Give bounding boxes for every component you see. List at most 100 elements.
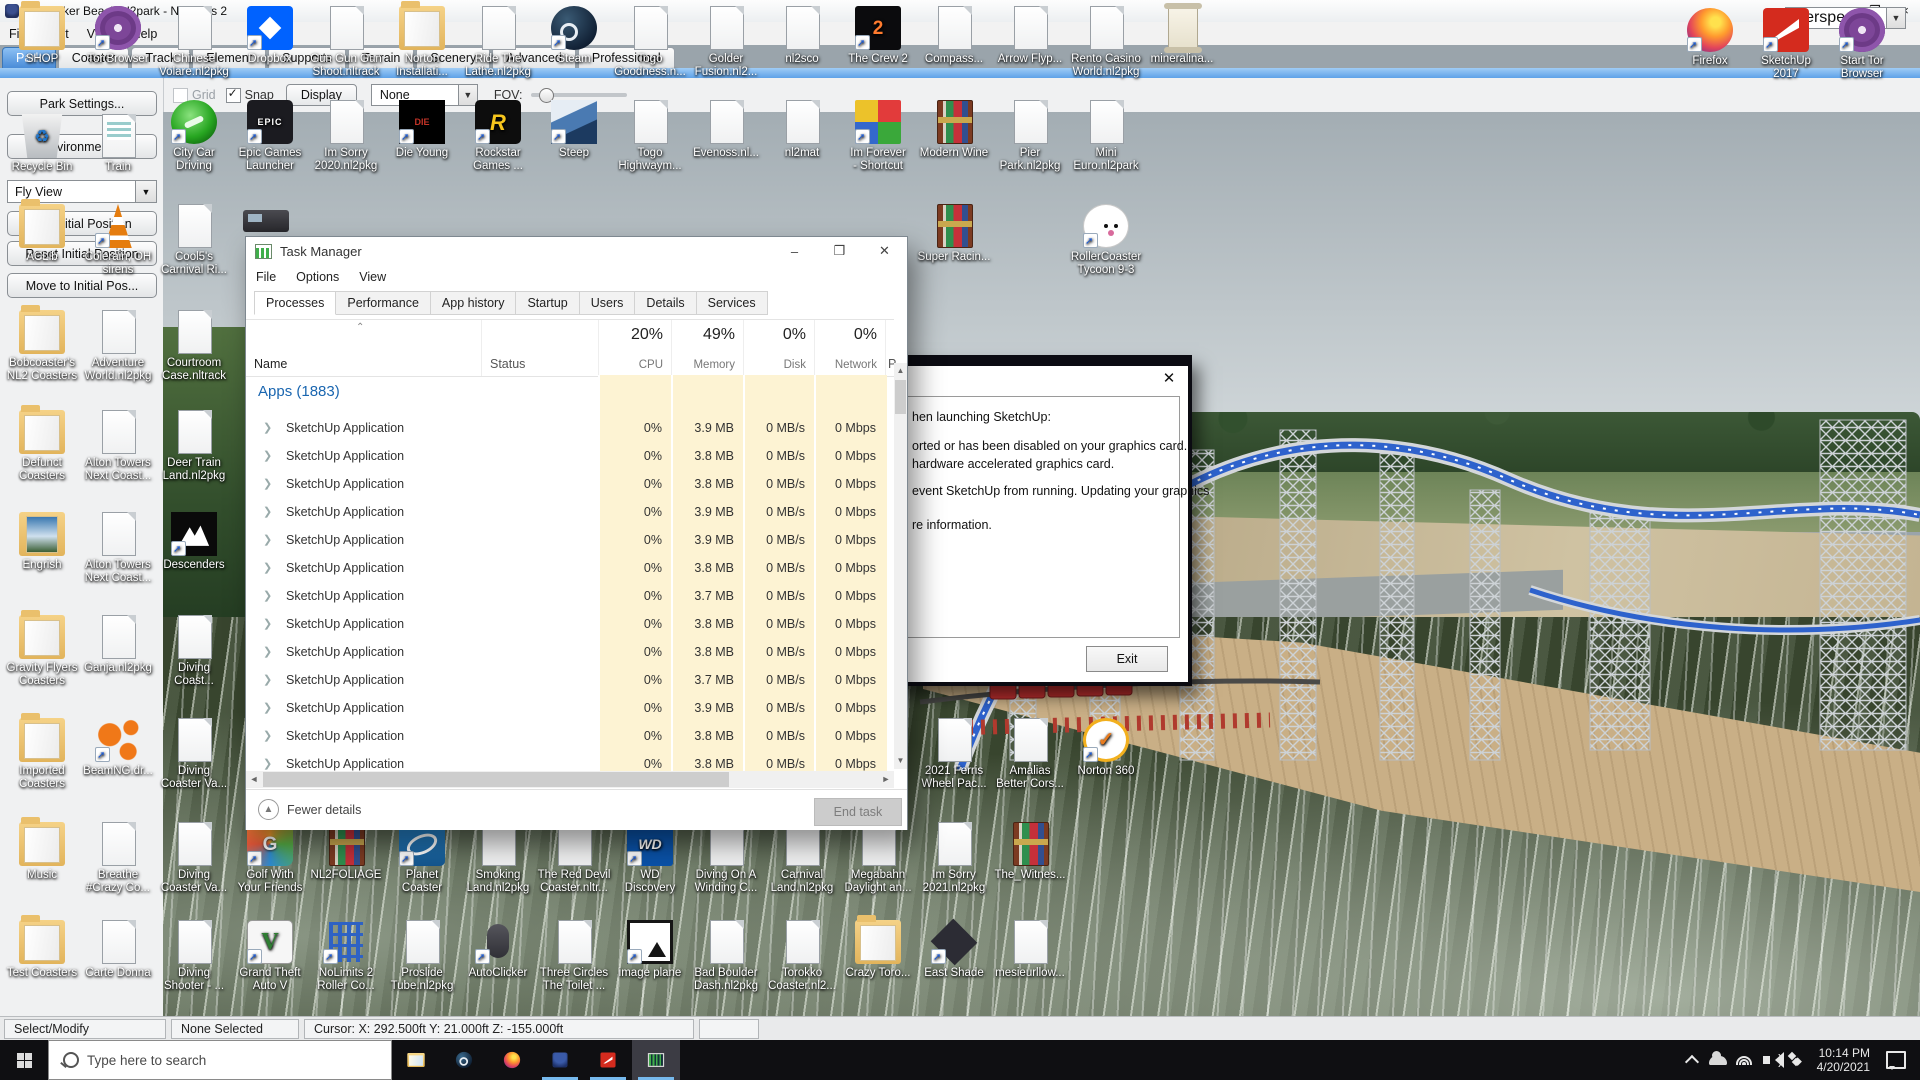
scrollbar-thumb[interactable] [895, 380, 906, 414]
expand-chevron-icon[interactable]: ❯ [263, 617, 272, 630]
process-row[interactable]: ❯SketchUp Application0%3.8 MB0 MB/s0 Mbp… [246, 555, 894, 583]
desktop-icon[interactable]: The Red Devil Coaster.nltr... [530, 822, 618, 895]
vertical-scrollbar[interactable]: ▲ ▼ [894, 363, 907, 769]
desktop-icon[interactable]: Proslide Tube.nl2pkg [378, 920, 466, 993]
expand-chevron-icon[interactable]: ❯ [263, 533, 272, 546]
expand-chevron-icon[interactable]: ❯ [263, 757, 272, 770]
column-header-name[interactable]: ⌃ Name [246, 320, 481, 376]
minimize-icon[interactable]: – [772, 237, 817, 265]
desktop-icon[interactable]: Breathe #Crazy Co... [74, 822, 162, 895]
tm-tab-app-history[interactable]: App history [430, 291, 517, 315]
process-row[interactable]: ❯SketchUp Application0%3.8 MB0 MB/s0 Mbp… [246, 751, 894, 771]
desktop-icon[interactable]: Diving Coaster Va... [150, 822, 238, 895]
process-row[interactable]: ❯SketchUp Application0%3.9 MB0 MB/s0 Mbp… [246, 499, 894, 527]
tm-tab-details[interactable]: Details [634, 291, 696, 315]
dropbox-tray-icon[interactable] [1783, 1053, 1809, 1067]
desktop-icon[interactable]: Chinese Volare.nl2pkg [150, 6, 238, 79]
tm-tab-services[interactable]: Services [696, 291, 768, 315]
desktop-icon[interactable]: Bad Boulder Dash.nl2pkg [682, 920, 770, 993]
desktop-icon[interactable]: Togo Highwaym... [606, 100, 694, 173]
process-row[interactable]: ❯SketchUp Application0%3.8 MB0 MB/s0 Mbp… [246, 611, 894, 639]
desktop-icon[interactable]: Mini Euro.nl2park [1062, 100, 1150, 173]
desktop-icon[interactable]: Crazy Toro... [834, 920, 922, 980]
expand-chevron-icon[interactable]: ❯ [263, 561, 272, 574]
expand-chevron-icon[interactable]: ❯ [263, 645, 272, 658]
desktop-icon[interactable]: mineralina... [1138, 6, 1226, 66]
desktop-icon[interactable]: Gun Gun Gun Shoot.nltrack [302, 6, 390, 79]
tm-tab-users[interactable]: Users [579, 291, 636, 315]
taskbar-app-steam[interactable] [440, 1040, 488, 1080]
column-header-network[interactable]: 0% Network [814, 320, 885, 376]
wifi-icon[interactable] [1731, 1056, 1757, 1065]
desktop-icon[interactable]: Planet Coaster [378, 822, 466, 895]
desktop-icon[interactable]: Alton Towers Next Coast... [74, 410, 162, 483]
desktop-icon[interactable]: Evenoss.nl... [682, 100, 770, 160]
desktop-icon[interactable]: Ride The Lathe.nl2pkg [454, 6, 542, 79]
desktop-icon[interactable]: Arrow Flyp... [986, 6, 1074, 66]
desktop-icon[interactable]: WD Discovery [606, 822, 694, 895]
process-row[interactable]: ❯SketchUp Application0%3.8 MB0 MB/s0 Mbp… [246, 639, 894, 667]
desktop-icon[interactable]: image plane [606, 920, 694, 980]
desktop-icon[interactable]: Descenders [150, 512, 238, 572]
desktop-icon[interactable]: Norton Installati... [378, 6, 466, 79]
scroll-up-icon[interactable]: ▲ [894, 363, 907, 379]
desktop-icon[interactable]: Im Sorry 2021.nl2pkg [910, 822, 998, 895]
expand-chevron-icon[interactable]: ❯ [263, 477, 272, 490]
expand-chevron-icon[interactable]: ❯ [263, 673, 272, 686]
taskbar-app-firefox[interactable] [488, 1040, 536, 1080]
end-task-button[interactable]: End task [814, 798, 902, 826]
tm-tab-startup[interactable]: Startup [515, 291, 579, 315]
desktop-icon[interactable]: Start Tor Browser [1818, 8, 1906, 81]
expand-chevron-icon[interactable]: ❯ [263, 421, 272, 434]
tm-tab-performance[interactable]: Performance [335, 291, 431, 315]
action-center-icon[interactable] [1886, 1051, 1906, 1069]
desktop-icon[interactable]: Grand Theft Auto V [226, 920, 314, 993]
expand-chevron-icon[interactable]: ❯ [263, 505, 272, 518]
expand-chevron-icon[interactable]: ❯ [263, 449, 272, 462]
desktop-icon[interactable]: Deer Train Land.nl2pkg [150, 410, 238, 483]
taskbar-app-sketchup[interactable] [584, 1040, 632, 1080]
apps-group-header[interactable]: Apps (1883) [258, 383, 340, 400]
desktop-icon[interactable]: Three Circles The Toilet ... [530, 920, 618, 993]
desktop-icon[interactable]: Pier Park.nl2pkg [986, 100, 1074, 173]
process-row[interactable]: ❯SketchUp Application0%3.7 MB0 MB/s0 Mbp… [246, 583, 894, 611]
park-settings-button[interactable]: Park Settings... [7, 91, 157, 116]
desktop-icon[interactable]: Modern Wine [910, 100, 998, 160]
desktop-icon[interactable]: RollerCoaster Tycoon 9-3 [1062, 204, 1150, 277]
column-header-memory[interactable]: 49% Memory [671, 320, 743, 376]
desktop-icon[interactable]: Amalias Better Cors... [986, 718, 1074, 791]
onedrive-icon[interactable] [1705, 1056, 1731, 1065]
desktop-icon[interactable]: The_Witnes... [986, 822, 1074, 882]
desktop-icon[interactable]: nl2sco [758, 6, 846, 66]
desktop-icon[interactable]: nl2mat [758, 100, 846, 160]
volume-icon[interactable] [1757, 1056, 1783, 1064]
desktop-icon[interactable]: AutoClicker [454, 920, 542, 980]
desktop-icon[interactable]: Rockstar Games ... [454, 100, 542, 173]
desktop-icon[interactable]: Epic Games Launcher [226, 100, 314, 173]
exit-button[interactable]: Exit [1086, 646, 1168, 672]
taskbar-app-nolimits-2[interactable] [536, 1040, 584, 1080]
desktop-icon[interactable]: Steam [530, 6, 618, 66]
desktop-icon[interactable]: 2021 Ferris Wheel Pac... [910, 718, 998, 791]
desktop-icon[interactable]: Carnival Land.nl2pkg [758, 822, 846, 895]
scroll-down-icon[interactable]: ▼ [894, 753, 907, 769]
desktop-icon[interactable]: Golder Fusion.nl2... [682, 6, 770, 79]
column-header-disk[interactable]: 0% Disk [743, 320, 814, 376]
process-row[interactable]: ❯SketchUp Application0%3.8 MB0 MB/s0 Mbp… [246, 443, 894, 471]
process-row[interactable]: ❯SketchUp Application0%3.7 MB0 MB/s0 Mbp… [246, 667, 894, 695]
tm-tab-processes[interactable]: Processes [254, 291, 336, 315]
desktop-icon[interactable]: Torokko Coaster.nl2... [758, 920, 846, 993]
desktop-icon[interactable]: Compass... [910, 6, 998, 66]
desktop-icon[interactable]: Im Sorry 2020.nl2pkg [302, 100, 390, 173]
close-icon[interactable]: ✕ [862, 237, 907, 265]
desktop-icon[interactable]: Diving Coaster Va... [150, 718, 238, 791]
desktop-icon[interactable]: Tor Browser [74, 6, 162, 66]
desktop-icon[interactable]: Adventure World.nl2pkg [74, 310, 162, 383]
desktop-icon[interactable]: Diving Shooter - ... [150, 920, 238, 993]
close-icon[interactable]: ✕ [1156, 368, 1182, 388]
fov-slider[interactable] [531, 93, 627, 97]
desktop-icon[interactable]: Diving On A Winding C... [682, 822, 770, 895]
desktop-icon[interactable]: Togo Goodness.n... [606, 6, 694, 79]
taskbar-search[interactable]: Type here to search [48, 1040, 392, 1080]
tm-menu-file[interactable]: File [246, 268, 286, 286]
